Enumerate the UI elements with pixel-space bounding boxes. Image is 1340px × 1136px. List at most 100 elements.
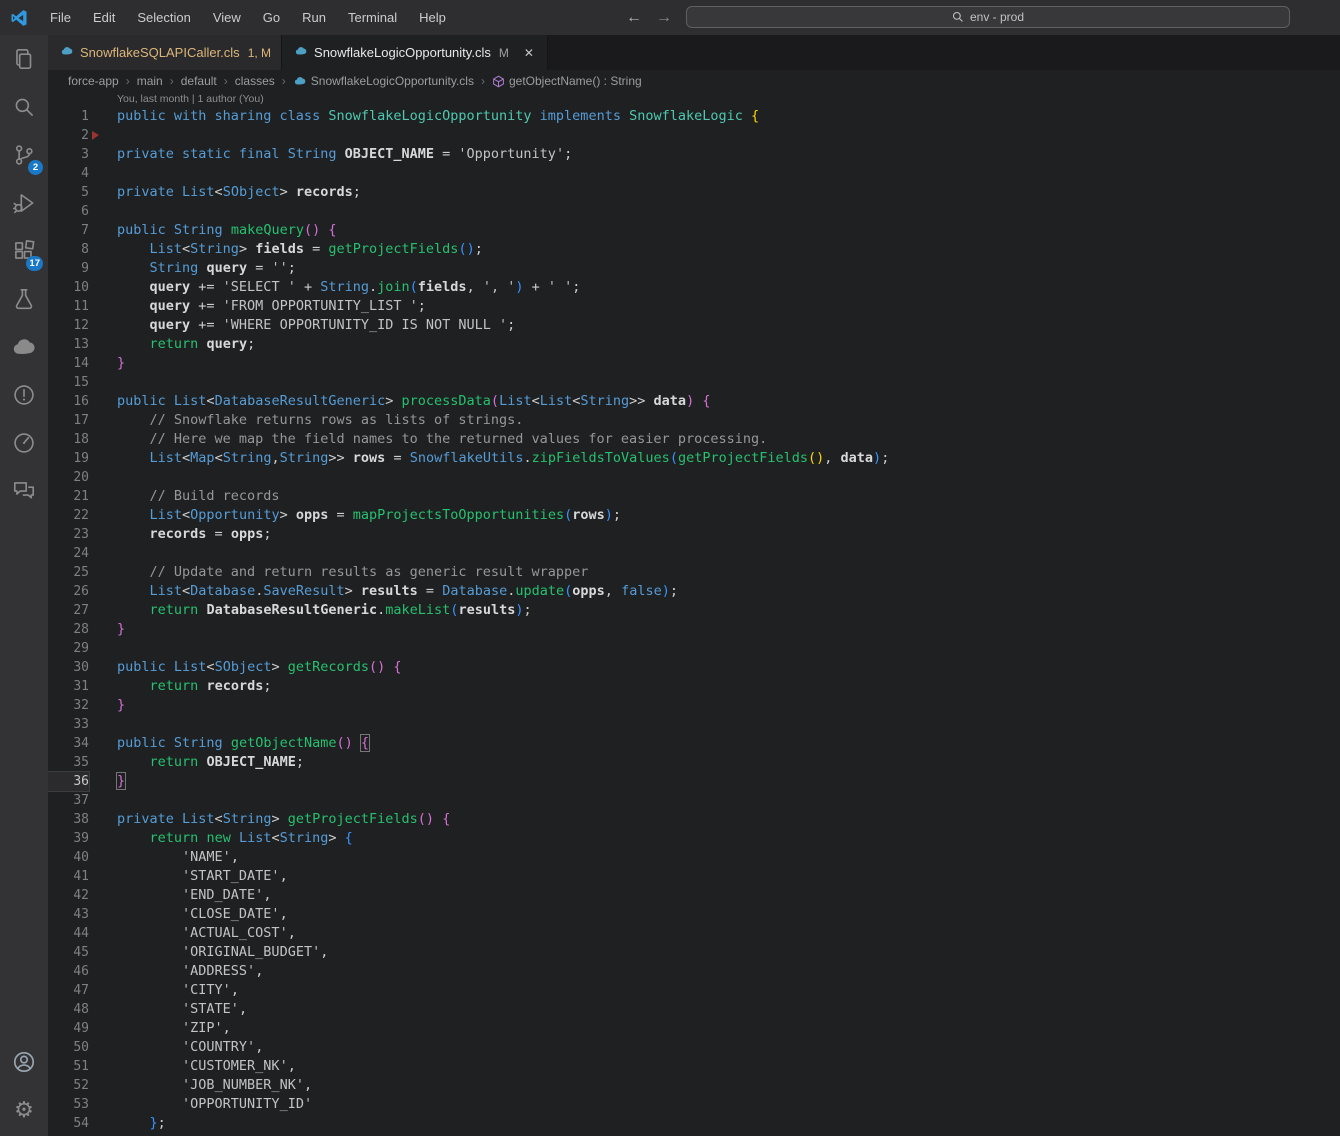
code-line-11[interactable]: 11 query += 'FROM OPPORTUNITY_LIST '; — [48, 297, 1340, 316]
line-number[interactable]: 13 — [48, 335, 89, 354]
line-number[interactable]: 14 — [48, 354, 89, 373]
code-line-45[interactable]: 45 'ORIGINAL_BUDGET', — [48, 943, 1340, 962]
code-line-8[interactable]: 8 List<String> fields = getProjectFields… — [48, 240, 1340, 259]
line-number[interactable]: 41 — [48, 867, 89, 886]
line-number[interactable]: 3 — [48, 145, 89, 164]
line-number[interactable]: 7 — [48, 221, 89, 240]
code-line-29[interactable]: 29 — [48, 639, 1340, 658]
code-line-41[interactable]: 41 'START_DATE', — [48, 867, 1340, 886]
code-line-7[interactable]: 7public String makeQuery() { — [48, 221, 1340, 240]
account-icon[interactable] — [0, 1038, 48, 1086]
code-line-49[interactable]: 49 'ZIP', — [48, 1019, 1340, 1038]
line-number[interactable]: 9 — [48, 259, 89, 278]
line-number[interactable]: 27 — [48, 601, 89, 620]
comments-icon[interactable] — [0, 467, 48, 515]
line-number[interactable]: 17 — [48, 411, 89, 430]
code-line-38[interactable]: 38private List<String> getProjectFields(… — [48, 810, 1340, 829]
code-editor[interactable]: You, last month | 1 author (You) 1public… — [48, 92, 1340, 1136]
line-number[interactable]: 12 — [48, 316, 89, 335]
forward-arrow-icon[interactable]: → — [656, 9, 672, 27]
menu-file[interactable]: File — [39, 0, 82, 35]
line-number[interactable]: 2 — [48, 126, 89, 145]
line-number[interactable]: 37 — [48, 791, 89, 810]
code-line-19[interactable]: 19 List<Map<String,String>> rows = Snowf… — [48, 449, 1340, 468]
code-line-23[interactable]: 23 records = opps; — [48, 525, 1340, 544]
codelens-annotation[interactable]: You, last month | 1 author (You) — [48, 92, 1340, 107]
salesforce-cloud-icon[interactable] — [0, 323, 48, 371]
settings-icon[interactable]: ⚙ — [0, 1086, 48, 1134]
tab-SnowflakeLogicOpportunity.cls[interactable]: SnowflakeLogicOpportunity.clsM✕ — [282, 35, 548, 70]
code-line-17[interactable]: 17 // Snowflake returns rows as lists of… — [48, 411, 1340, 430]
line-number[interactable]: 44 — [48, 924, 89, 943]
line-number[interactable]: 36 — [48, 772, 89, 791]
extensions-icon[interactable]: 17 — [0, 227, 48, 275]
line-number[interactable]: 47 — [48, 981, 89, 1000]
menu-go[interactable]: Go — [252, 0, 291, 35]
breadcrumb-item-force-app[interactable]: force-app — [68, 74, 119, 88]
tab-SnowflakeSQLAPICaller.cls[interactable]: SnowflakeSQLAPICaller.cls1, M — [48, 35, 282, 70]
code-line-14[interactable]: 14} — [48, 354, 1340, 373]
line-number[interactable]: 29 — [48, 639, 89, 658]
line-number[interactable]: 52 — [48, 1076, 89, 1095]
line-number[interactable]: 45 — [48, 943, 89, 962]
code-line-24[interactable]: 24 — [48, 544, 1340, 563]
code-line-43[interactable]: 43 'CLOSE_DATE', — [48, 905, 1340, 924]
line-number[interactable]: 1 — [48, 107, 89, 126]
code-line-20[interactable]: 20 — [48, 468, 1340, 487]
breadcrumb-item-classes[interactable]: classes — [235, 74, 275, 88]
code-line-25[interactable]: 25 // Update and return results as gener… — [48, 563, 1340, 582]
line-number[interactable]: 16 — [48, 392, 89, 411]
testing-icon[interactable] — [0, 275, 48, 323]
menu-help[interactable]: Help — [408, 0, 457, 35]
line-number[interactable]: 21 — [48, 487, 89, 506]
code-line-18[interactable]: 18 // Here we map the field names to the… — [48, 430, 1340, 449]
line-number[interactable]: 5 — [48, 183, 89, 202]
line-number[interactable]: 19 — [48, 449, 89, 468]
history-icon[interactable] — [0, 419, 48, 467]
code-line-3[interactable]: 3private static final String OBJECT_NAME… — [48, 145, 1340, 164]
close-icon[interactable]: ✕ — [521, 45, 537, 61]
code-line-21[interactable]: 21 // Build records — [48, 487, 1340, 506]
line-number[interactable]: 8 — [48, 240, 89, 259]
code-line-34[interactable]: 34public String getObjectName() { — [48, 734, 1340, 753]
line-number[interactable]: 48 — [48, 1000, 89, 1019]
code-line-54[interactable]: 54 }; — [48, 1114, 1340, 1133]
line-number[interactable]: 38 — [48, 810, 89, 829]
line-number[interactable]: 40 — [48, 848, 89, 867]
code-line-37[interactable]: 37 — [48, 791, 1340, 810]
code-line-13[interactable]: 13 return query; — [48, 335, 1340, 354]
source-control-icon[interactable]: 2 — [0, 131, 48, 179]
menu-view[interactable]: View — [202, 0, 252, 35]
line-number[interactable]: 18 — [48, 430, 89, 449]
line-number[interactable]: 32 — [48, 696, 89, 715]
run-debug-icon[interactable] — [0, 179, 48, 227]
line-number[interactable]: 15 — [48, 373, 89, 392]
breadcrumb-item-main[interactable]: main — [137, 74, 163, 88]
code-line-44[interactable]: 44 'ACTUAL_COST', — [48, 924, 1340, 943]
line-number[interactable]: 11 — [48, 297, 89, 316]
line-number[interactable]: 31 — [48, 677, 89, 696]
line-number[interactable]: 53 — [48, 1095, 89, 1114]
line-number[interactable]: 42 — [48, 886, 89, 905]
code-line-30[interactable]: 30public List<SObject> getRecords() { — [48, 658, 1340, 677]
code-line-46[interactable]: 46 'ADDRESS', — [48, 962, 1340, 981]
line-number[interactable]: 35 — [48, 753, 89, 772]
line-number[interactable]: 6 — [48, 202, 89, 221]
line-number[interactable]: 33 — [48, 715, 89, 734]
line-number[interactable]: 49 — [48, 1019, 89, 1038]
line-number[interactable]: 10 — [48, 278, 89, 297]
code-line-5[interactable]: 5private List<SObject> records; — [48, 183, 1340, 202]
menu-selection[interactable]: Selection — [126, 0, 201, 35]
line-number[interactable]: 30 — [48, 658, 89, 677]
code-line-9[interactable]: 9 String query = ''; — [48, 259, 1340, 278]
code-line-6[interactable]: 6 — [48, 202, 1340, 221]
line-number[interactable]: 24 — [48, 544, 89, 563]
line-number[interactable]: 50 — [48, 1038, 89, 1057]
line-number[interactable]: 22 — [48, 506, 89, 525]
menu-edit[interactable]: Edit — [82, 0, 126, 35]
line-number[interactable]: 54 — [48, 1114, 89, 1133]
line-number[interactable]: 43 — [48, 905, 89, 924]
code-line-35[interactable]: 35 return OBJECT_NAME; — [48, 753, 1340, 772]
issues-icon[interactable] — [0, 371, 48, 419]
line-number[interactable]: 34 — [48, 734, 89, 753]
